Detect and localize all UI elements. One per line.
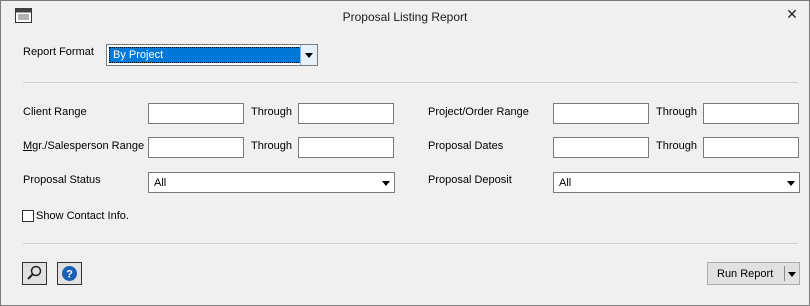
proposal-deposit-label: Proposal Deposit	[428, 174, 512, 186]
report-format-label: Report Format	[23, 46, 94, 58]
run-report-button[interactable]: Run Report	[707, 262, 800, 285]
show-contact-checkbox[interactable]	[22, 210, 34, 222]
separator-top	[23, 82, 798, 83]
client-range-label: Client Range	[23, 106, 87, 118]
project-range-from-input[interactable]	[553, 103, 649, 124]
close-icon[interactable]: ✕	[782, 4, 802, 24]
project-through-label: Through	[656, 106, 697, 118]
mgr-range-label-accesskey: M	[23, 140, 33, 152]
mgr-through-label: Through	[251, 140, 292, 152]
mgr-range-label: Mgr./Salesperson Range	[23, 140, 144, 152]
run-report-divider	[784, 266, 785, 281]
proposal-dates-label: Proposal Dates	[428, 140, 504, 152]
chevron-down-icon[interactable]	[788, 272, 796, 277]
chevron-down-icon[interactable]	[300, 45, 317, 65]
help-icon: ?	[62, 266, 77, 281]
preview-button[interactable]	[22, 262, 47, 285]
magnifier-icon	[27, 265, 42, 280]
help-button[interactable]: ?	[57, 262, 82, 285]
proposal-dates-to-input[interactable]	[703, 137, 799, 158]
proposal-deposit-select[interactable]: All	[553, 172, 800, 193]
dates-through-label: Through	[656, 140, 697, 152]
proposal-status-value: All	[154, 177, 167, 189]
client-range-from-input[interactable]	[148, 103, 244, 124]
client-range-to-input[interactable]	[298, 103, 394, 124]
report-dialog: Proposal Listing Report ✕ Report Format …	[0, 0, 810, 306]
mgr-range-label-text: gr./Salesperson Range	[32, 140, 145, 152]
show-contact-label[interactable]: Show Contact Info.	[36, 210, 129, 222]
mgr-range-to-input[interactable]	[298, 137, 394, 158]
title-bar: Proposal Listing Report ✕	[1, 1, 809, 31]
proposal-status-label: Proposal Status	[23, 174, 101, 186]
proposal-deposit-value: All	[559, 177, 572, 189]
project-range-to-input[interactable]	[703, 103, 799, 124]
window-title: Proposal Listing Report	[342, 10, 468, 24]
project-range-label: Project/Order Range	[428, 106, 529, 118]
svg-text:?: ?	[66, 269, 73, 281]
report-format-select[interactable]: By Project	[106, 44, 318, 66]
separator-bottom	[23, 243, 798, 244]
proposal-status-select[interactable]: All	[148, 172, 395, 193]
chevron-down-icon	[787, 181, 795, 186]
run-report-label: Run Report	[717, 268, 774, 280]
chevron-down-icon	[382, 181, 390, 186]
client-through-label: Through	[251, 106, 292, 118]
proposal-dates-from-input[interactable]	[553, 137, 649, 158]
report-format-value: By Project	[109, 47, 301, 63]
mgr-range-from-input[interactable]	[148, 137, 244, 158]
